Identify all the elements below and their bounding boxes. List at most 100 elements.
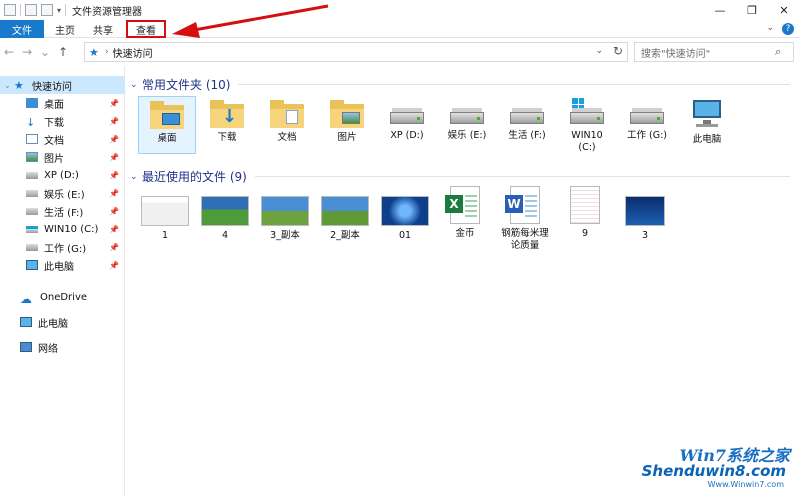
nav-item-downloads[interactable]: ↓ 下载 📌: [0, 112, 125, 130]
tile-label: 金币: [455, 228, 475, 239]
recent-files-header[interactable]: ⌄ 最近使用的文件 (9): [130, 168, 790, 185]
tab-view[interactable]: 查看: [126, 20, 166, 38]
pin-icon[interactable]: 📌: [109, 135, 119, 144]
tile-label: 钢筋每米理 论质量: [501, 228, 549, 251]
nav-item-documents[interactable]: 文档 📌: [0, 130, 125, 148]
pin-icon[interactable]: 📌: [109, 153, 119, 162]
recent-file[interactable]: 9: [556, 186, 614, 240]
drive-icon: [26, 207, 38, 215]
recent-file[interactable]: 4: [196, 190, 254, 242]
recent-file[interactable]: 2_副本: [316, 190, 374, 242]
section-title: 常用文件夹 (10): [142, 78, 231, 92]
nav-label: 网络: [38, 343, 58, 355]
documents-folder-icon: [270, 100, 304, 128]
folder-pictures[interactable]: 图片: [318, 96, 376, 144]
customize-dropdown-icon[interactable]: ▾: [57, 6, 61, 15]
nav-this-pc[interactable]: 此电脑: [0, 313, 125, 331]
windows-drive-icon: [570, 98, 604, 126]
tab-home[interactable]: 主页: [48, 20, 82, 38]
recent-locations-button[interactable]: ⌄: [36, 45, 54, 59]
folder-downloads[interactable]: ↓ 下载: [198, 96, 256, 144]
watermark-site: Shenduwin8.com: [641, 462, 786, 480]
drive-icon: [26, 189, 38, 197]
tab-share[interactable]: 共享: [86, 20, 120, 38]
nav-item-drive-c[interactable]: WIN10 (C:) 📌: [0, 220, 125, 238]
image-thumbnail-icon: [261, 196, 309, 226]
address-bar[interactable]: ★ › 快速访问 ⌄ ↻: [84, 42, 628, 62]
pin-icon[interactable]: 📌: [109, 171, 119, 180]
nav-label: 下载: [44, 117, 64, 129]
image-thumbnail-icon: [201, 196, 249, 226]
folder-documents[interactable]: 文档: [258, 96, 316, 144]
drive-g[interactable]: 工作 (G:): [618, 96, 676, 142]
address-path[interactable]: 快速访问: [113, 45, 153, 60]
recent-file[interactable]: 3: [616, 190, 674, 242]
close-button[interactable]: ✕: [768, 0, 800, 20]
nav-item-desktop[interactable]: 桌面 📌: [0, 94, 125, 112]
pin-icon[interactable]: 📌: [109, 99, 119, 108]
window-title: 文件资源管理器: [72, 6, 143, 18]
pin-icon[interactable]: 📌: [109, 243, 119, 252]
minimize-button[interactable]: —: [704, 0, 736, 20]
drive-c[interactable]: WIN10 (C:): [558, 96, 616, 154]
tile-label: 9: [581, 228, 589, 239]
nav-item-drive-f[interactable]: 生活 (F:) 📌: [0, 202, 125, 220]
star-icon: ★: [89, 45, 99, 59]
pin-icon[interactable]: 📌: [109, 189, 119, 198]
drive-d[interactable]: XP (D:): [378, 96, 436, 142]
maximize-button[interactable]: ❐: [736, 0, 768, 20]
nav-label: XP (D:): [44, 169, 79, 181]
drive-e[interactable]: 娱乐 (E:): [438, 96, 496, 142]
drive-f[interactable]: 生活 (F:): [498, 96, 556, 142]
frequent-folders-header[interactable]: ⌄ 常用文件夹 (10): [130, 76, 790, 93]
nav-onedrive[interactable]: ☁ OneDrive: [0, 288, 125, 307]
chevron-right-icon[interactable]: ›: [105, 47, 109, 57]
nav-item-drive-d[interactable]: XP (D:) 📌: [0, 166, 125, 184]
pin-icon[interactable]: 📌: [109, 225, 119, 234]
folder-desktop[interactable]: 桌面: [138, 96, 196, 154]
chevron-down-icon[interactable]: ⌄: [130, 80, 142, 90]
nav-quick-access[interactable]: ⌄ ★ 快速访问: [0, 76, 125, 94]
this-pc-tile[interactable]: 此电脑: [678, 96, 736, 146]
help-icon[interactable]: ?: [782, 23, 794, 35]
ribbon-expand-icon[interactable]: ⌄: [766, 23, 774, 35]
nav-item-this-pc[interactable]: 此电脑 📌: [0, 256, 125, 274]
address-row: ← → ⌄ ↑ ★ › 快速访问 ⌄ ↻ 搜索"快速访问" ⌕: [0, 40, 800, 64]
recent-file[interactable]: W 钢筋每米理 论质量: [496, 186, 554, 252]
nav-network[interactable]: 网络: [0, 338, 125, 356]
search-placeholder[interactable]: 搜索"快速访问": [641, 45, 775, 60]
word-file-icon: W: [505, 186, 540, 224]
forward-button[interactable]: →: [18, 45, 36, 59]
nav-label: 桌面: [44, 99, 64, 111]
recent-file[interactable]: 3_副本: [256, 190, 314, 242]
pictures-folder-icon: [330, 100, 364, 128]
downloads-folder-icon: ↓: [210, 100, 244, 128]
up-button[interactable]: ↑: [54, 45, 72, 59]
tile-label: 文档: [277, 132, 297, 143]
recent-file[interactable]: 01: [376, 190, 434, 242]
address-dropdown-icon[interactable]: ⌄: [595, 46, 603, 56]
nav-item-drive-g[interactable]: 工作 (G:) 📌: [0, 238, 125, 256]
expand-icon[interactable]: ⌄: [4, 81, 14, 90]
nav-item-drive-e[interactable]: 娱乐 (E:) 📌: [0, 184, 125, 202]
tile-label: 工作 (G:): [627, 130, 667, 141]
tile-label: 娱乐 (E:): [447, 130, 487, 141]
back-button[interactable]: ←: [0, 45, 18, 59]
recent-file[interactable]: X 金币: [436, 186, 494, 240]
divider: [254, 176, 790, 177]
tab-file[interactable]: 文件: [0, 20, 44, 38]
search-icon[interactable]: ⌕: [775, 45, 793, 59]
image-thumbnail-icon: [381, 196, 429, 226]
properties-icon[interactable]: [25, 4, 37, 16]
pin-icon[interactable]: 📌: [109, 117, 119, 126]
nav-item-pictures[interactable]: 图片 📌: [0, 148, 125, 166]
pin-icon[interactable]: 📌: [109, 261, 119, 270]
search-box[interactable]: 搜索"快速访问" ⌕: [634, 42, 794, 62]
chevron-down-icon[interactable]: ⌄: [130, 172, 142, 182]
tile-label: 桌面: [157, 133, 177, 144]
tile-label: 4: [221, 230, 229, 241]
recent-file[interactable]: 1: [136, 190, 194, 242]
refresh-button[interactable]: ↻: [613, 44, 623, 58]
pin-icon[interactable]: 📌: [109, 207, 119, 216]
new-folder-icon[interactable]: [41, 4, 53, 16]
